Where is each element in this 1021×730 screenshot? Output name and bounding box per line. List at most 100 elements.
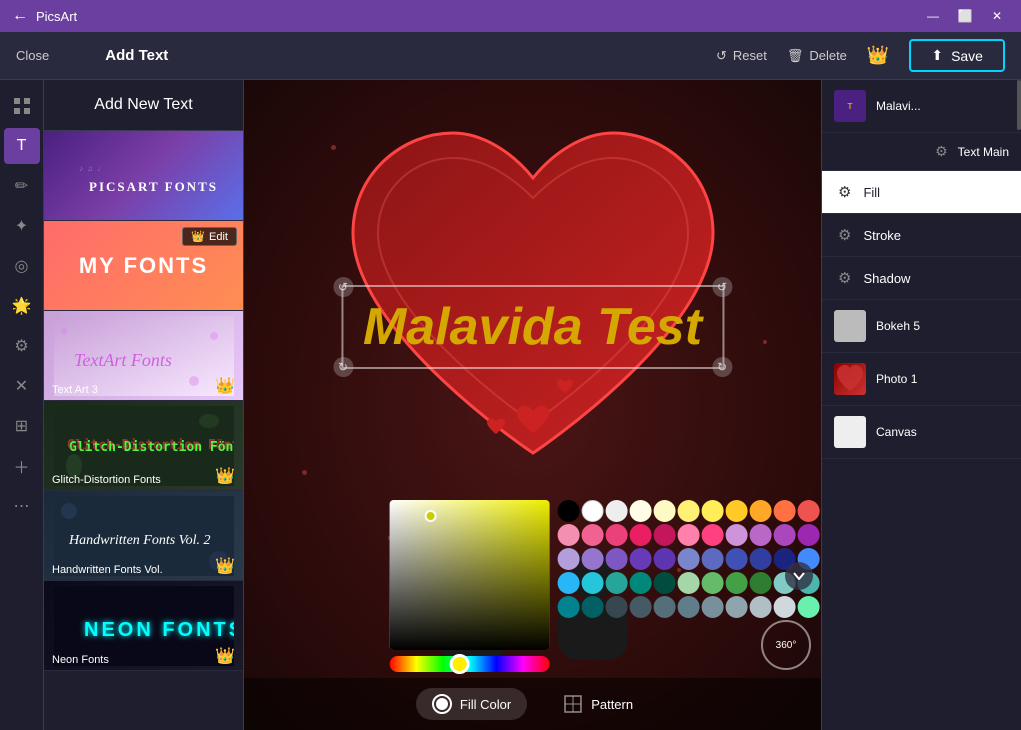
- tool-more[interactable]: ⋯: [4, 488, 40, 524]
- swatch-gray2[interactable]: [725, 596, 747, 618]
- handle-rotate-tr[interactable]: ↺: [712, 277, 732, 297]
- swatch-bluegray2[interactable]: [629, 596, 651, 618]
- layer-item-text-main[interactable]: ⚙ Text Main: [822, 133, 1021, 171]
- reset-button[interactable]: ↺ Reset: [716, 48, 767, 64]
- font-item-neon[interactable]: NEON FONTS Neon Fonts 👑: [44, 581, 243, 671]
- tool-stickers[interactable]: 🌟: [4, 288, 40, 324]
- swatch-darkgreen[interactable]: [749, 572, 771, 594]
- swatch-pink5[interactable]: [653, 524, 675, 546]
- gear-icon-stroke[interactable]: ⚙: [838, 226, 851, 244]
- swatch-teal2[interactable]: [629, 572, 651, 594]
- layer-setting-shadow[interactable]: ⚙ Shadow: [822, 257, 1021, 300]
- swatch-bluegray1[interactable]: [605, 596, 627, 618]
- swatch-indigo3[interactable]: [701, 548, 723, 570]
- tool-shapes[interactable]: ◎: [4, 248, 40, 284]
- swatch-red1[interactable]: [797, 500, 819, 522]
- tool-add[interactable]: ＋: [4, 448, 40, 484]
- swatch-green1[interactable]: [701, 572, 723, 594]
- swatch-bluegray3[interactable]: [653, 596, 675, 618]
- handle-rotate-br[interactable]: ↻: [712, 357, 732, 377]
- pattern-tab[interactable]: Pattern: [547, 688, 649, 720]
- layer-item-text[interactable]: T Malavi...: [822, 80, 1021, 133]
- gear-icon-shadow[interactable]: ⚙: [838, 269, 851, 287]
- swatch-gray1[interactable]: [701, 596, 723, 618]
- swatch-purple2[interactable]: [749, 524, 771, 546]
- color-gradient-picker[interactable]: [389, 500, 549, 650]
- tool-grid[interactable]: [4, 88, 40, 124]
- swatch-lightpink[interactable]: [677, 524, 699, 546]
- swatch-lightblue2[interactable]: [773, 596, 795, 618]
- swatch-darkteal[interactable]: [653, 572, 675, 594]
- layer-item-bokeh[interactable]: Bokeh 5: [822, 300, 1021, 353]
- tool-draw[interactable]: ✏: [4, 168, 40, 204]
- swatch-yellow2[interactable]: [677, 500, 699, 522]
- swatch-darkcyan[interactable]: [557, 596, 579, 618]
- window-close-button[interactable]: ✕: [985, 4, 1009, 28]
- delete-button[interactable]: 🗑 Delete: [787, 48, 847, 64]
- save-button[interactable]: ⬆ Save: [909, 39, 1005, 72]
- swatch-lightyellow[interactable]: [629, 500, 651, 522]
- swatch-yellow1[interactable]: [653, 500, 675, 522]
- swatch-deeporange[interactable]: [773, 500, 795, 522]
- fill-color-tab[interactable]: Fill Color: [416, 688, 527, 720]
- font-item-textart[interactable]: TextArt Fonts Text Art 3 👑: [44, 311, 243, 401]
- minimize-button[interactable]: —: [921, 4, 945, 28]
- layer-setting-stroke[interactable]: ⚙ Stroke: [822, 214, 1021, 257]
- swatch-green2[interactable]: [725, 572, 747, 594]
- back-icon[interactable]: ←: [12, 7, 28, 25]
- handle-rotate-tl[interactable]: ↺: [333, 277, 353, 297]
- font-item-handwritten[interactable]: Handwritten Fonts Vol. 2 Handwritten Fon…: [44, 491, 243, 581]
- scroll-down-button[interactable]: [785, 562, 813, 590]
- swatch-purple1[interactable]: [725, 524, 747, 546]
- gradient-handle[interactable]: [424, 510, 436, 522]
- hue-slider[interactable]: [389, 656, 549, 672]
- swatch-pink1[interactable]: [557, 524, 579, 546]
- swatch-bluegray4[interactable]: [677, 596, 699, 618]
- swatch-blue2[interactable]: [749, 548, 771, 570]
- edit-myfonts-button[interactable]: 👑 Edit: [182, 227, 237, 246]
- gear-icon-fill[interactable]: ⚙: [838, 183, 851, 201]
- tool-adjust[interactable]: ⚙: [4, 328, 40, 364]
- font-item-picsart[interactable]: ♪ ♫ ♩ PICSART FONTS: [44, 131, 243, 221]
- swatch-teal1[interactable]: [605, 572, 627, 594]
- swatch-violet2[interactable]: [605, 548, 627, 570]
- gear-icon-text-main[interactable]: ⚙: [935, 143, 948, 160]
- maximize-button[interactable]: ⬜: [953, 4, 977, 28]
- swatch-cyan1[interactable]: [557, 572, 579, 594]
- tool-text[interactable]: T: [4, 128, 40, 164]
- swatch-lavender[interactable]: [557, 548, 579, 570]
- close-button[interactable]: Close: [16, 48, 49, 63]
- canvas-area[interactable]: ↺ ↺ ↻ ↻ Malavida Test: [244, 80, 821, 730]
- font-item-glitch[interactable]: Glitch-Distortion Fönts Glitch-Distortio…: [44, 401, 243, 491]
- swatch-violet3[interactable]: [629, 548, 651, 570]
- swatch-pink4[interactable]: [629, 524, 651, 546]
- swatch-violet1[interactable]: [581, 548, 603, 570]
- layer-item-photo[interactable]: Photo 1: [822, 353, 1021, 406]
- swatch-purple3[interactable]: [773, 524, 795, 546]
- swatch-lightgreen2[interactable]: [797, 596, 819, 618]
- hue-handle[interactable]: [450, 654, 470, 674]
- font-item-myfonts[interactable]: MY FONTS 👑 Edit: [44, 221, 243, 311]
- swatch-indigo1[interactable]: [653, 548, 675, 570]
- swatch-lightgreen[interactable]: [677, 572, 699, 594]
- swatch-pink3[interactable]: [605, 524, 627, 546]
- layer-item-canvas[interactable]: Canvas: [822, 406, 1021, 459]
- swatch-accent-pink[interactable]: [701, 524, 723, 546]
- swatch-indigo2[interactable]: [677, 548, 699, 570]
- swatch-pink2[interactable]: [581, 524, 603, 546]
- swatch-lightgray[interactable]: [605, 500, 627, 522]
- swatch-purple4[interactable]: [797, 524, 819, 546]
- swatch-amber[interactable]: [725, 500, 747, 522]
- swatch-black[interactable]: [557, 500, 579, 522]
- swatch-orange1[interactable]: [749, 500, 771, 522]
- swatch-yellow3[interactable]: [701, 500, 723, 522]
- scrollbar-thumb[interactable]: [1017, 80, 1021, 130]
- add-new-text-label[interactable]: Add New Text: [44, 80, 243, 131]
- swatch-white[interactable]: [581, 500, 603, 522]
- handle-rotate-bl[interactable]: ↻: [333, 357, 353, 377]
- tool-effects[interactable]: ✦: [4, 208, 40, 244]
- layer-setting-fill[interactable]: ⚙ Fill: [822, 171, 1021, 214]
- tool-selection[interactable]: ⊞: [4, 408, 40, 444]
- swatch-lightbluegray[interactable]: [749, 596, 771, 618]
- swatch-cyan2[interactable]: [581, 572, 603, 594]
